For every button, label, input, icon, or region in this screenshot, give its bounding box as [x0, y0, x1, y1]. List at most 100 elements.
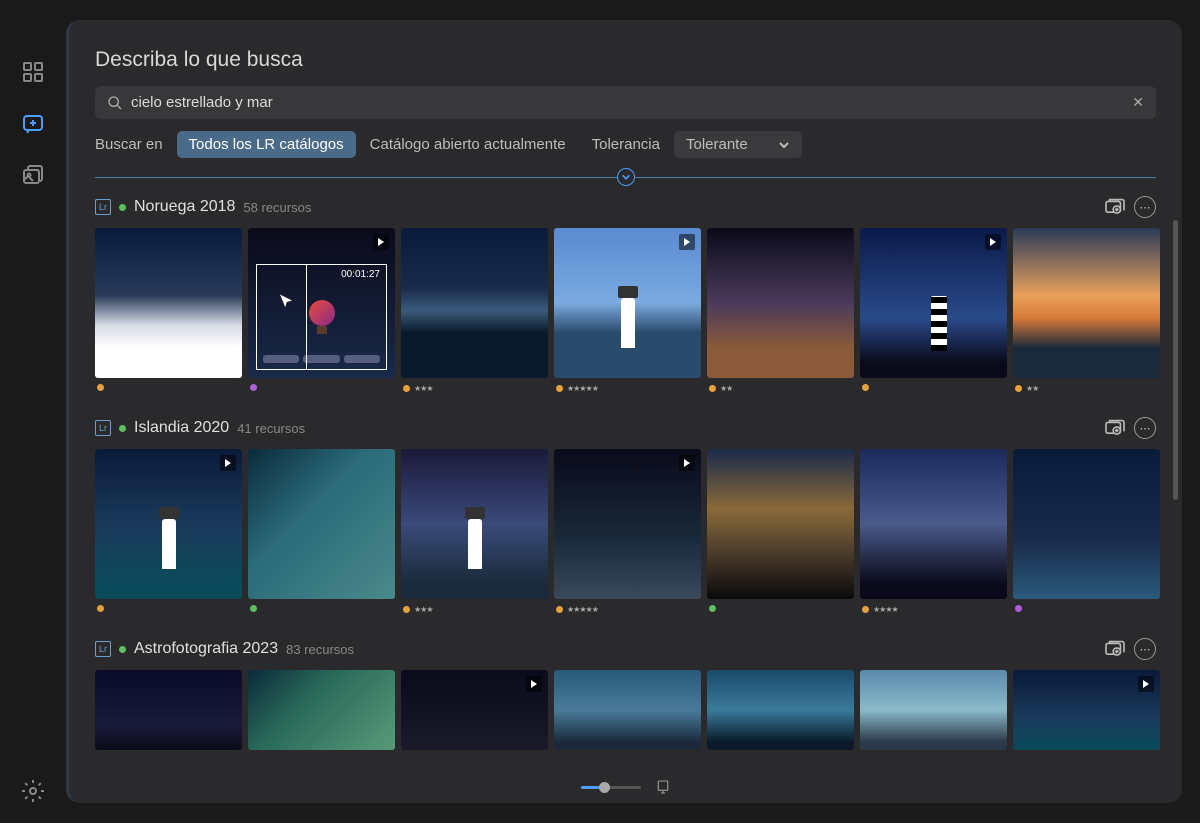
color-label-dot: [250, 605, 257, 612]
thumbnail-image[interactable]: [860, 670, 1007, 750]
thumbnail-meta: ★★★★★: [554, 599, 701, 614]
group-header: Lr Islandia 2020 41 recursos ⋯: [95, 417, 1156, 439]
thumbnail-image[interactable]: [401, 449, 548, 599]
thumbnail[interactable]: [95, 228, 242, 393]
thumbnail[interactable]: 00:01:27: [248, 228, 395, 393]
play-icon: [1138, 676, 1154, 692]
thumbnail-image[interactable]: [860, 449, 1007, 599]
divider-handle[interactable]: [617, 168, 635, 186]
sidebar: [0, 20, 66, 803]
more-options-button[interactable]: ⋯: [1134, 638, 1156, 660]
thumbnail[interactable]: [248, 449, 395, 614]
thumbnail[interactable]: ★★★★★: [554, 449, 701, 614]
scope-pills: Todos los LR catálogos Catálogo abierto …: [177, 131, 578, 158]
thumbnail-image[interactable]: [95, 449, 242, 599]
thumbnail[interactable]: [95, 449, 242, 614]
pill-all-catalogs[interactable]: Todos los LR catálogos: [177, 131, 356, 158]
more-options-button[interactable]: ⋯: [1134, 196, 1156, 218]
rating-stars: ★★★★★: [567, 384, 598, 393]
tolerance-label: Tolerancia: [592, 136, 660, 153]
group-count: 41 recursos: [237, 421, 305, 436]
thumbnail[interactable]: [95, 670, 242, 750]
thumbnail[interactable]: [860, 228, 1007, 393]
play-icon: [220, 455, 236, 471]
thumbnail[interactable]: ★★: [707, 228, 854, 393]
thumbnail[interactable]: ★★★: [401, 449, 548, 614]
rating-stars: ★★★★: [873, 605, 898, 614]
thumbnail-image[interactable]: [1013, 670, 1160, 750]
thumbnail-meta: ★★★: [401, 599, 548, 614]
thumbnail[interactable]: [860, 670, 1007, 750]
tolerance-value: Tolerante: [686, 136, 748, 153]
more-options-button[interactable]: ⋯: [1134, 417, 1156, 439]
search-icon: [107, 95, 123, 111]
group-title: Islandia 2020: [134, 419, 229, 437]
thumbnail-image[interactable]: [401, 670, 548, 750]
thumbnail-image[interactable]: [707, 449, 854, 599]
thumbnail-image[interactable]: [860, 228, 1007, 378]
thumbnail[interactable]: [401, 670, 548, 750]
thumbnail[interactable]: ★★★★★: [554, 228, 701, 393]
thumbnail-image[interactable]: [1013, 449, 1160, 599]
thumbnail-image[interactable]: [401, 228, 548, 378]
thumbnail-image[interactable]: [554, 449, 701, 599]
thumbnail[interactable]: [707, 449, 854, 614]
color-label-dot: [1015, 385, 1022, 392]
thumbnail-image[interactable]: [95, 228, 242, 378]
chat-add-icon[interactable]: [21, 112, 45, 136]
images-icon[interactable]: [21, 164, 45, 188]
video-scrub-overlay[interactable]: 00:01:27: [256, 264, 387, 370]
color-label-dot: [709, 605, 716, 612]
collection-icon[interactable]: [1104, 196, 1126, 214]
thumbnail-meta: [1013, 599, 1160, 612]
search-bar[interactable]: ✕: [95, 86, 1156, 119]
color-label-dot: [862, 606, 869, 613]
status-dot: [119, 425, 126, 432]
thumbnail[interactable]: [707, 670, 854, 750]
clear-search-icon[interactable]: ✕: [1132, 94, 1144, 111]
thumbnail-image[interactable]: [95, 670, 242, 750]
color-label-dot: [97, 384, 104, 391]
gear-icon[interactable]: [21, 779, 45, 803]
color-label-dot: [403, 606, 410, 613]
group-header: Lr Noruega 2018 58 recursos ⋯: [95, 196, 1156, 218]
play-icon: [679, 455, 695, 471]
grid-icon[interactable]: [21, 60, 45, 84]
thumbnail-size-slider[interactable]: [581, 779, 671, 795]
thumbnail-image[interactable]: [707, 228, 854, 378]
thumbnail-image[interactable]: [248, 449, 395, 599]
thumbnail-image[interactable]: 00:01:27: [248, 228, 395, 378]
group-count: 83 recursos: [286, 642, 354, 657]
filter-label: Buscar en: [95, 136, 163, 153]
thumbnail-image[interactable]: [248, 670, 395, 750]
thumbnail-meta: ★★: [1013, 378, 1160, 393]
timecode: 00:01:27: [257, 265, 386, 284]
scrollbar[interactable]: [1173, 220, 1178, 500]
rating-stars: ★★★: [414, 384, 433, 393]
thumbnail[interactable]: [1013, 670, 1160, 750]
balloon-graphic: [309, 300, 335, 332]
search-input[interactable]: [131, 94, 1124, 111]
collection-icon[interactable]: [1104, 638, 1126, 656]
play-icon: [679, 234, 695, 250]
thumbnail[interactable]: [1013, 449, 1160, 614]
thumbnail-image[interactable]: [554, 670, 701, 750]
thumbnail[interactable]: [554, 670, 701, 750]
thumbnail[interactable]: ★★★★: [860, 449, 1007, 614]
thumbnail-meta: ★★★★: [860, 599, 1007, 614]
thumbnail-meta: [248, 599, 395, 612]
lr-badge: Lr: [95, 199, 111, 215]
tolerance-select[interactable]: Tolerante: [674, 131, 802, 158]
pill-open-catalog[interactable]: Catálogo abierto actualmente: [358, 131, 578, 158]
thumbnail-meta: [707, 599, 854, 612]
thumbnail-image[interactable]: [707, 670, 854, 750]
color-label-dot: [403, 385, 410, 392]
thumbnail-image[interactable]: [1013, 228, 1160, 378]
collection-icon[interactable]: [1104, 417, 1126, 435]
color-label-dot: [709, 385, 716, 392]
group-title: Noruega 2018: [134, 198, 235, 216]
thumbnail[interactable]: ★★: [1013, 228, 1160, 393]
thumbnail[interactable]: ★★★: [401, 228, 548, 393]
thumbnail-image[interactable]: [554, 228, 701, 378]
thumbnail[interactable]: [248, 670, 395, 750]
